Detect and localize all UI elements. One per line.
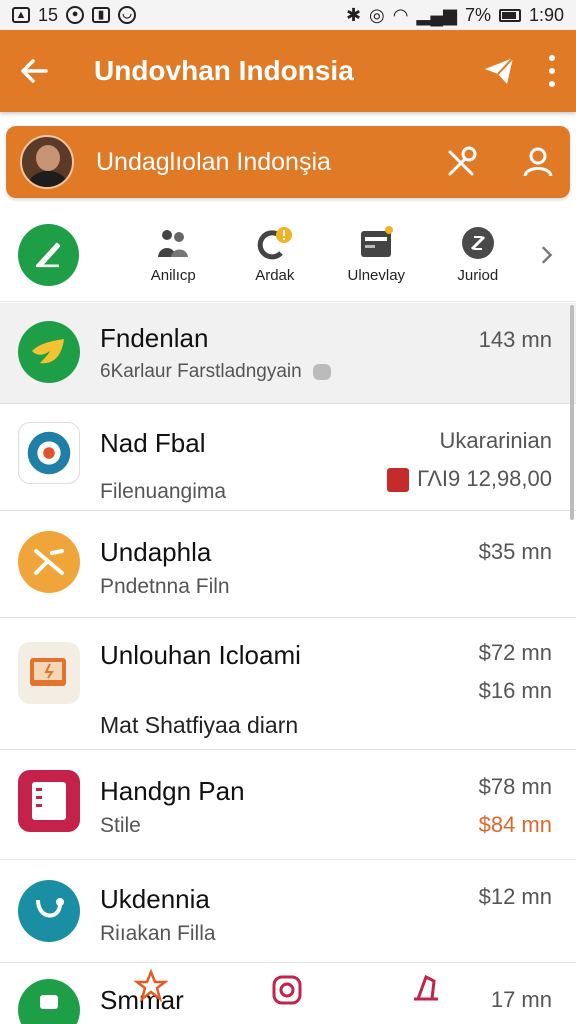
list-item[interactable]: Ukdennia Riıakan Filla $12 mn (0, 860, 576, 965)
face-notification-icon: ◡ (118, 6, 137, 24)
item-meta: $72 mn (478, 640, 552, 665)
people-icon (158, 230, 189, 257)
quick-action-label: Anilıcp (150, 267, 196, 284)
quick-action-label: Ardak (255, 267, 295, 284)
card-icon (361, 226, 394, 257)
phone-badge-icon (257, 227, 292, 260)
more-dot-icon (549, 55, 555, 61)
gear-app-icon (18, 422, 80, 484)
quick-action-3[interactable]: Ulnevlay (326, 225, 428, 284)
quick-action-4[interactable]: Juriod (427, 225, 529, 284)
battery-percent: 7% (464, 4, 491, 25)
app-bar: Undovhan Indonsia (0, 30, 576, 112)
bottom-nav: Smmar 17 mn (0, 962, 576, 1024)
status-left: ▲ 15 ● ▮ ◡ (12, 4, 137, 26)
list-item[interactable]: Handgn Pan Stile $78 mn $84 mn (0, 750, 576, 860)
scrollbar[interactable] (570, 305, 574, 520)
instagram-icon[interactable] (270, 973, 304, 1007)
stethoscope-icon (18, 880, 80, 942)
item-title: Undaphla (100, 537, 212, 567)
item-subtitle: Mat Shatfiyaa diarn (100, 712, 299, 738)
profile-button[interactable] (520, 144, 556, 180)
item-meta: $78 mn (478, 774, 552, 799)
item-meta-secondary: $84 mn (478, 812, 552, 837)
item-meta-secondary-text: ΓΛΙ9 12,98,00 (417, 466, 552, 491)
profile-name: Undaglıolan Indonşia (96, 147, 331, 176)
signal-icon: ▂▄▆ (416, 4, 457, 25)
status-left-text: 15 (38, 4, 59, 25)
more-dot-icon (549, 81, 555, 87)
bluetooth-icon: ✱ (345, 4, 362, 25)
item-subtitle-text: 6Karlaur Farstladngyain (100, 361, 302, 382)
list-item[interactable]: Nad Fbal Filenuangima Ukararinian ΓΛΙ9 1… (0, 404, 576, 511)
leaf-icon (18, 321, 80, 383)
wifi-icon: ◠ (392, 4, 409, 25)
item-title: Fndenlan (100, 323, 209, 353)
status-bar: ▲ 15 ● ▮ ◡ ✱ ◎ ◠ ▂▄▆ 7% 1:90 (0, 0, 576, 30)
document-icon (18, 770, 80, 832)
item-meta: $12 mn (478, 884, 552, 909)
item-subtitle: Pndetnna Filn (100, 575, 230, 598)
item-subtitle: 6Karlaur Farstladngyain (100, 361, 331, 383)
dollar-icon (461, 227, 494, 259)
tools-button[interactable] (444, 144, 480, 180)
app-notification-icon: ▮ (92, 7, 111, 23)
page-title: Undovhan Indonsia (94, 55, 354, 86)
pencil-icon (36, 242, 61, 267)
item-meta-secondary: $16 mn (478, 678, 552, 703)
item-meta-secondary: ΓΛΙ9 12,98,00 (387, 466, 552, 493)
wrench-icon (18, 531, 80, 593)
quick-action-2[interactable]: Ardak (224, 225, 326, 284)
item-meta: 143 mn (478, 327, 552, 352)
profile-card[interactable]: Undaglıolan Indonşia (6, 126, 570, 198)
list-item[interactable]: Undaphla Pndetnna Filn $35 mn (0, 511, 576, 618)
battery-icon (498, 8, 521, 22)
arrow-left-icon (21, 59, 48, 83)
map-pin-icon (18, 979, 80, 1024)
quick-action-label: Juriod (457, 267, 499, 284)
list-item[interactable]: Unlouhan Icloami Mat Shatfiyaa diarn $72… (0, 618, 576, 750)
alarm-icon: ◎ (369, 4, 385, 25)
send-button[interactable] (482, 54, 516, 88)
robot-icon (313, 363, 331, 380)
more-menu-button[interactable] (546, 55, 558, 87)
quick-actions: Anilıcp Ardak Ulnevlay Juriod (0, 208, 576, 302)
item-subtitle: Filenuangima (100, 480, 227, 503)
quick-action-1[interactable]: Anilıcp (123, 225, 225, 284)
item-title: Nad Fbal (100, 428, 206, 458)
list-item[interactable]: Fndenlan 6Karlaur Farstladngyain 143 mn (0, 303, 576, 404)
item-title: Ukdennia (100, 884, 210, 914)
item-meta: 17 mn (490, 987, 552, 1012)
chevron-right-icon[interactable] (535, 243, 558, 267)
avatar[interactable] (20, 135, 74, 189)
star-icon[interactable] (134, 969, 168, 1003)
item-subtitle: Stile (100, 814, 141, 837)
scissors-icon (448, 146, 477, 176)
item-title: Handgn Pan (100, 776, 245, 806)
item-title: Unlouhan Icloami (100, 640, 301, 670)
paper-plane-icon (485, 57, 514, 84)
item-subtitle: Riıakan Filla (100, 922, 216, 945)
more-dot-icon (549, 68, 555, 74)
book-icon (18, 642, 80, 704)
status-right: ✱ ◎ ◠ ▂▄▆ 7% 1:90 (346, 5, 564, 26)
badge-icon (387, 468, 410, 493)
item-list: Fndenlan 6Karlaur Farstladngyain 143 mn … (0, 303, 576, 965)
back-button[interactable] (18, 55, 50, 87)
image-notification-icon: ▲ (12, 7, 30, 23)
item-meta: Ukararinian (439, 428, 553, 453)
chat-notification-icon: ● (66, 6, 85, 24)
chart-icon[interactable] (408, 971, 442, 1005)
quick-action-label: Ulnevlay (347, 267, 406, 284)
clock: 1:90 (528, 4, 564, 25)
person-icon (523, 147, 553, 177)
compose-button[interactable] (18, 223, 79, 286)
item-meta: $35 mn (478, 539, 552, 564)
